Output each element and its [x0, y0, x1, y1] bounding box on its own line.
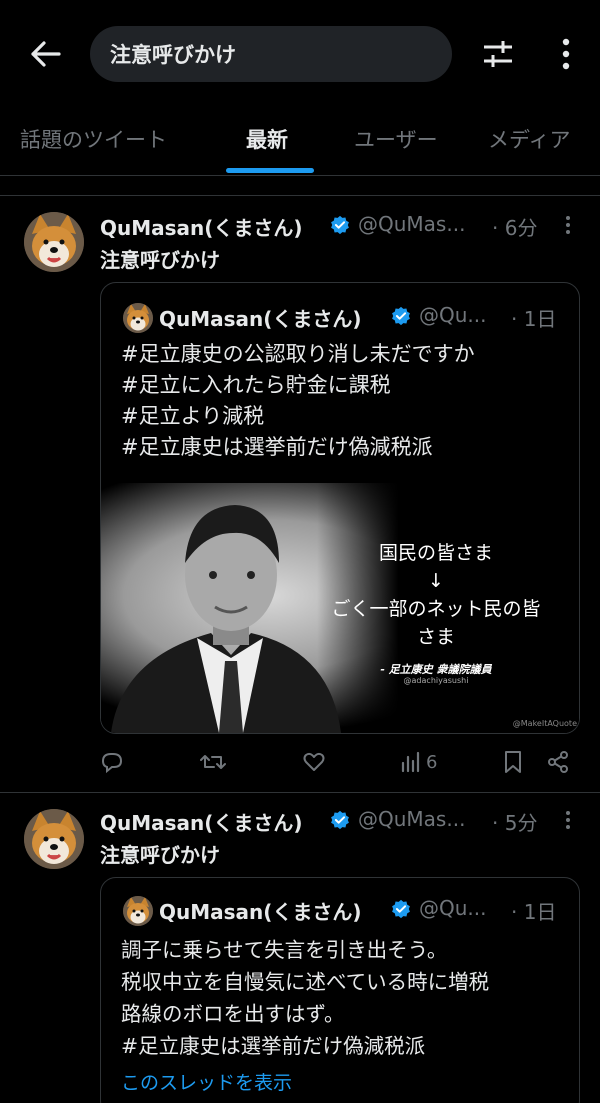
active-tab-indicator: [226, 168, 314, 173]
quoted-tweet[interactable]: QuMasan(くまさん) @Qu... · 1日 #足立康史の公認取り消し未だ…: [100, 282, 580, 734]
quote-text-line: #足立康史は選挙前だけ偽減税派: [121, 1034, 426, 1058]
tweet-text: 注意呼びかけ: [100, 843, 220, 867]
image-quote-line: さま: [416, 626, 455, 648]
quote-avatar: [123, 303, 153, 333]
avatar[interactable]: [24, 809, 84, 869]
share-button[interactable]: [546, 744, 570, 780]
author-name[interactable]: QuMasan(くまさん): [100, 212, 303, 241]
image-quote-line: 国民の皆さま: [378, 542, 493, 564]
tab-latest[interactable]: 最新: [246, 124, 288, 154]
views-button[interactable]: 6: [400, 744, 437, 780]
views-chart-icon: [401, 751, 420, 773]
tweet-actions: 6: [100, 744, 580, 780]
quote-text-line[interactable]: #足立康史の公認取り消し未だですか: [121, 339, 475, 370]
like-button[interactable]: [302, 744, 326, 780]
retweet-icon: [200, 755, 226, 769]
author-handle[interactable]: @QuMas...: [358, 807, 465, 831]
tab-media[interactable]: メディア: [488, 124, 571, 154]
share-icon: [548, 751, 568, 773]
search-query: 注意呼びかけ: [110, 43, 236, 67]
quote-text-line[interactable]: #足立より減税: [121, 401, 475, 432]
show-thread-link[interactable]: このスレッドを表示: [121, 1068, 292, 1095]
heart-icon: [303, 752, 325, 771]
tab-people[interactable]: ユーザー: [354, 124, 438, 154]
quote-timestamp: · 1日: [511, 307, 557, 331]
quote-text-line: 税収中立を自慢気に述べている時に増税: [121, 970, 490, 994]
top-bar: 注意呼びかけ: [0, 0, 600, 108]
quote-text: #足立康史の公認取り消し未だですか #足立に入れたら貯金に課税 #足立より減税 …: [121, 339, 475, 463]
quote-author-name: QuMasan(くまさん): [159, 900, 362, 924]
quote-image[interactable]: 国民の皆さま ↓ ごく一部のネット民の皆 さま - 足立康史 衆議院議員 @ad…: [101, 483, 579, 733]
quote-text-line: 調子に乗らせて失言を引き出そう。: [121, 938, 448, 962]
image-watermark: @MakeItAQuote: [512, 719, 577, 728]
quote-text-line[interactable]: #足立に入れたら貯金に課税: [121, 370, 475, 401]
search-tabs: 話題のツイート 最新 ユーザー メディア: [0, 108, 600, 176]
avatar[interactable]: [24, 212, 84, 272]
quote-avatar: [123, 896, 153, 926]
author-name[interactable]: QuMasan(くまさん): [100, 807, 303, 836]
filter-sliders-icon[interactable]: [478, 34, 518, 74]
reply-button[interactable]: [100, 744, 124, 780]
verified-badge-icon: [392, 899, 410, 919]
more-vertical-icon[interactable]: [546, 34, 586, 74]
tweet-text: 注意呼びかけ: [100, 248, 220, 272]
quote-timestamp: · 1日: [511, 900, 557, 924]
quoted-tweet[interactable]: QuMasan(くまさん) @Qu... · 1日 調子に乗らせて失言を引き出そ…: [100, 877, 580, 1103]
tweet[interactable]: QuMasan(くまさん) @QuMas... · 5分 注意呼びかけ QuMa…: [0, 793, 600, 1103]
quote-text-line[interactable]: #足立康史は選挙前だけ偽減税派: [121, 432, 475, 463]
more-options-icon[interactable]: [556, 808, 580, 832]
image-quote-arrow: ↓: [428, 570, 444, 592]
quote-text: 調子に乗らせて失言を引き出そう。 税収中立を自慢気に述べている時に増税 路線のボ…: [121, 934, 489, 1062]
views-count: 6: [426, 751, 438, 773]
image-quote-line: ごく一部のネット民の皆: [331, 598, 541, 620]
retweet-button[interactable]: [200, 744, 226, 780]
quote-author-name: QuMasan(くまさん): [159, 307, 362, 331]
verified-badge-icon: [331, 215, 349, 235]
tab-top[interactable]: 話題のツイート: [20, 124, 167, 154]
image-attribution: - 足立康史 衆議院議員: [380, 663, 492, 676]
back-arrow-icon[interactable]: [26, 34, 66, 74]
reply-icon: [101, 753, 123, 774]
timestamp[interactable]: · 6分: [492, 212, 537, 241]
verified-badge-icon: [392, 306, 410, 326]
tweet[interactable]: QuMasan(くまさん) @QuMas... · 6分 注意呼びかけ QuMa…: [0, 196, 600, 792]
quote-author-handle: @Qu...: [419, 896, 487, 920]
quote-text-line: 路線のボロを出すはず。: [121, 1002, 345, 1026]
verified-badge-icon: [331, 810, 349, 830]
quote-author-handle: @Qu...: [419, 303, 487, 327]
timestamp[interactable]: · 5分: [492, 807, 537, 836]
bookmark-button[interactable]: [502, 744, 524, 780]
author-handle[interactable]: @QuMas...: [358, 212, 465, 236]
more-options-icon[interactable]: [556, 213, 580, 237]
image-quote-text: 国民の皆さま ↓ ごく一部のネット民の皆 さま: [306, 539, 566, 651]
image-handle: @adachiyasushi: [403, 676, 469, 685]
search-input[interactable]: 注意呼びかけ: [90, 26, 452, 82]
bookmark-icon: [505, 751, 521, 773]
